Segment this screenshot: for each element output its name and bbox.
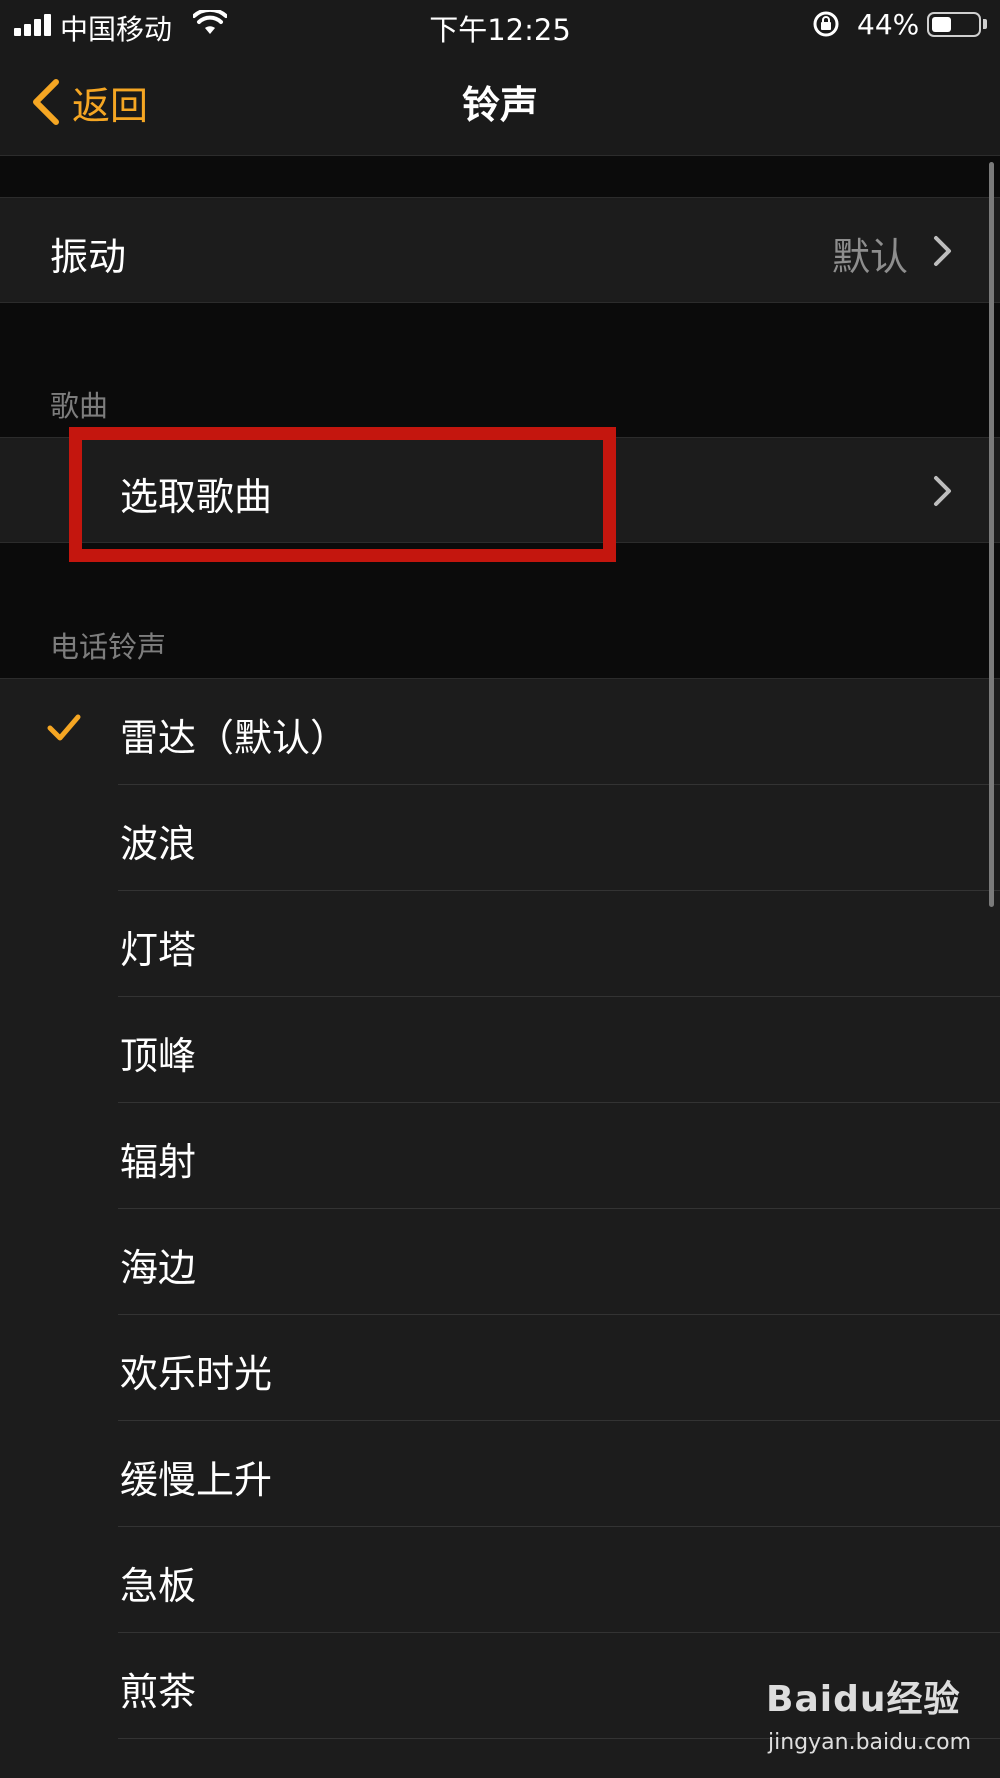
- ringtone-item[interactable]: 缓慢上升: [0, 1421, 1000, 1527]
- baidu-watermark: Baidu经验 jingyan.baidu.com: [766, 1670, 971, 1770]
- ringtone-label: 煎茶: [120, 1670, 197, 1714]
- vibration-value: 默认: [831, 235, 908, 279]
- ringtone-item-radar[interactable]: 雷达（默认）: [0, 679, 1000, 785]
- ringtone-label: 雷达（默认）: [120, 716, 349, 760]
- battery-icon: [927, 12, 981, 37]
- ringtone-item[interactable]: 欢乐时光: [0, 1315, 1000, 1421]
- scroll-indicator[interactable]: [989, 162, 994, 907]
- status-time: 下午12:25: [429, 13, 571, 47]
- ringtone-list: 雷达（默认） 波浪 灯塔 顶峰 辐射 海边 欢乐时光 缓慢上升 急板 煎茶: [0, 678, 1000, 1778]
- vibration-label: 振动: [50, 235, 127, 279]
- battery-tip: [983, 19, 987, 29]
- pick-song-row[interactable]: 选取歌曲: [0, 437, 1000, 543]
- status-bar: 中国移动 下午12:25 44%: [0, 0, 1000, 52]
- watermark-url: jingyan.baidu.com: [768, 1730, 972, 1755]
- chevron-right-icon: [934, 476, 951, 506]
- ringtone-label: 波浪: [120, 822, 197, 866]
- page-title: 铃声: [461, 83, 538, 127]
- ringtone-item[interactable]: 灯塔: [0, 891, 1000, 997]
- vibration-row[interactable]: 振动 默认: [0, 197, 1000, 303]
- ringtone-label: 海边: [120, 1246, 197, 1290]
- ringtone-label: 急板: [120, 1564, 197, 1608]
- rotation-lock-icon: [813, 11, 839, 37]
- ringtone-item[interactable]: 波浪: [0, 785, 1000, 891]
- ringtone-item[interactable]: 急板: [0, 1527, 1000, 1633]
- ringtone-label: 灯塔: [120, 928, 197, 972]
- checkmark-icon: [47, 714, 81, 741]
- navigation-bar: 返回 铃声: [0, 52, 1000, 156]
- songs-section-header: 歌曲: [50, 389, 109, 423]
- ringtone-label: 顶峰: [120, 1034, 197, 1078]
- ringtone-label: 辐射: [120, 1140, 197, 1184]
- battery-fill: [932, 17, 951, 32]
- watermark-brand: Baidu经验: [766, 1679, 961, 1720]
- battery-percent: 44%: [857, 8, 920, 41]
- ringtone-item[interactable]: 辐射: [0, 1103, 1000, 1209]
- ringtone-label: 缓慢上升: [120, 1458, 273, 1502]
- pick-song-label: 选取歌曲: [120, 475, 273, 519]
- chevron-right-icon: [934, 236, 951, 266]
- ringtones-section-header: 电话铃声: [50, 630, 167, 664]
- ringtone-item[interactable]: 顶峰: [0, 997, 1000, 1103]
- ringtone-label: 欢乐时光: [120, 1352, 273, 1396]
- ringtone-item[interactable]: 海边: [0, 1209, 1000, 1315]
